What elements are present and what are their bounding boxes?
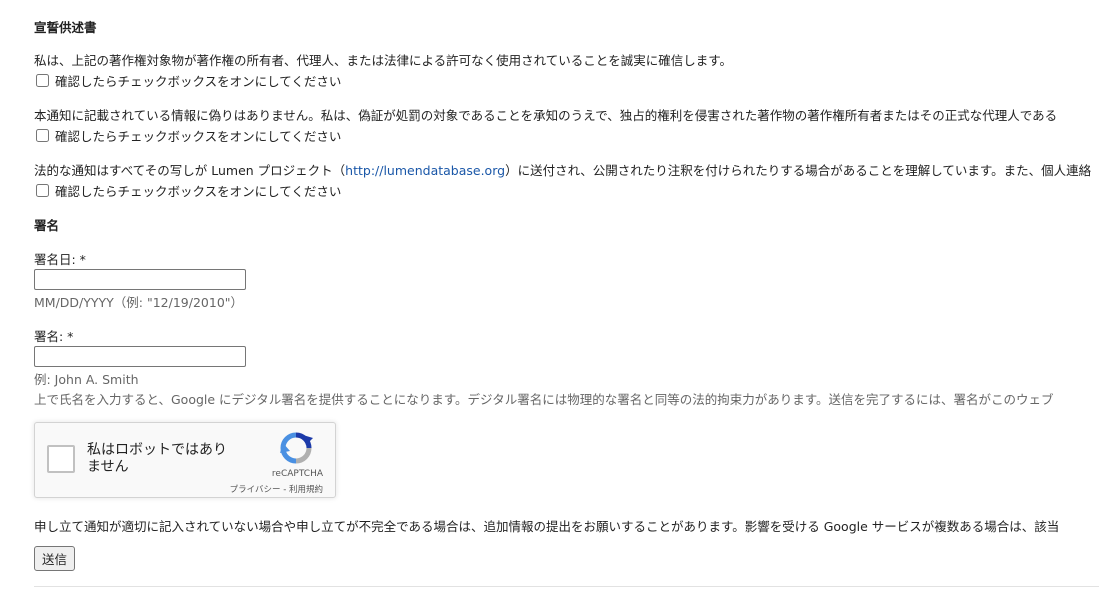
declaration-checkbox-row-3[interactable]: 確認したらチェックボックスをオンにしてください [36, 181, 341, 200]
declaration-statement-3: 法的な通知はすべてその写しが Lumen プロジェクト（http://lumen… [34, 160, 1099, 179]
signature-name-input[interactable] [34, 346, 246, 367]
recaptcha-logo-icon [280, 432, 313, 464]
declaration-checkbox-row-2[interactable]: 確認したらチェックボックスをオンにしてください [36, 126, 341, 145]
divider [34, 586, 1099, 587]
declaration-checkbox-2[interactable] [36, 129, 49, 142]
submit-button[interactable]: 送信 [34, 546, 76, 571]
signature-name-label: 署名: * [34, 329, 74, 344]
declaration-statement-2: 本通知に記載されている情報に偽りはありません。私は、偽証が処罰の対象であることを… [34, 108, 1058, 123]
signature-name-hint: 例: John A. Smith [34, 372, 139, 387]
declaration-heading: 宣誓供述書 [34, 20, 97, 35]
declaration-statement-1: 私は、上記の著作権対象物が著作権の所有者、代理人、または法律による許可なく使用さ… [34, 53, 733, 68]
recaptcha-link-separator: - [280, 485, 289, 495]
declaration-checkbox-row-1[interactable]: 確認したらチェックボックスをオンにしてください [36, 71, 341, 90]
declaration-statement-3-after: ）に送付され、公開されたり注釈を付けられたりする場合があることを理解しています。… [505, 163, 1092, 178]
declaration-checkbox-3[interactable] [36, 184, 49, 197]
declaration-statement-3-before: 法的な通知はすべてその写しが Lumen プロジェクト（ [34, 163, 346, 178]
declaration-checkbox-label-1: 確認したらチェックボックスをオンにしてください [55, 74, 342, 89]
lumen-database-link[interactable]: http://lumendatabase.org [345, 163, 505, 178]
recaptcha-links: プライバシー - 利用規約 [230, 483, 323, 495]
recaptcha-brand: reCAPTCHA [271, 469, 323, 479]
footer-note: 申し立て通知が適切に記入されていない場合や申し立てが不完全である場合は、追加情報… [34, 519, 1060, 534]
signature-heading: 署名 [34, 218, 60, 233]
recaptcha-privacy-link[interactable]: プライバシー [230, 485, 281, 495]
recaptcha-checkbox[interactable] [47, 445, 75, 473]
declaration-checkbox-label-3: 確認したらチェックボックスをオンにしてください [55, 184, 342, 199]
recaptcha-terms-link[interactable]: 利用規約 [289, 485, 323, 495]
digital-signature-note: 上で氏名を入力すると、Google にデジタル署名を提供することになります。デジ… [34, 392, 1054, 407]
declaration-checkbox-label-2: 確認したらチェックボックスをオンにしてください [55, 129, 342, 144]
signature-date-label: 署名日: * [34, 252, 86, 267]
recaptcha-label: 私はロボットではありません [87, 442, 227, 475]
recaptcha-widget: 私はロボットではありません reCAPTCHA プライバシー - 利用規約 [34, 422, 336, 498]
signature-date-hint: MM/DD/YYYY（例: "12/19/2010"） [34, 295, 244, 310]
signature-date-input[interactable] [34, 269, 246, 290]
declaration-checkbox-1[interactable] [36, 74, 49, 87]
